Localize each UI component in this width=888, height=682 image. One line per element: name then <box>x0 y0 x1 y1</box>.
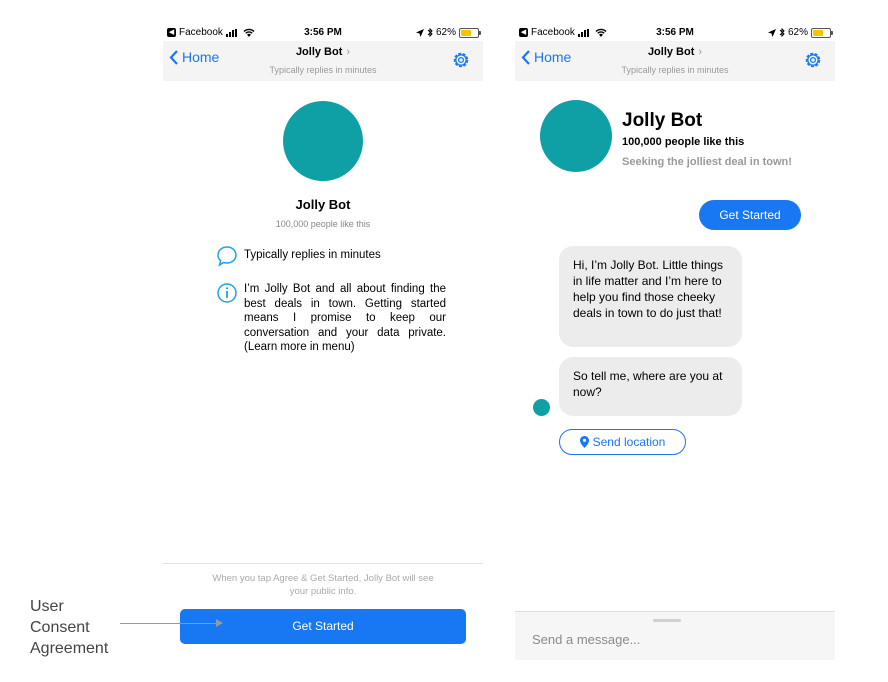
battery-icon <box>459 27 481 38</box>
nav-title[interactable]: Jolly Bot › <box>163 46 483 58</box>
message-input[interactable]: Send a message... <box>532 632 640 647</box>
status-bar: ◀ Facebook 3:56 PM 62% <box>515 26 835 41</box>
annotation-label: User Consent Agreement <box>30 598 109 657</box>
reply-time-text: Typically replies in minutes <box>244 249 381 261</box>
bot-name: Jolly Bot <box>622 110 703 131</box>
nav-subtitle: Typically replies in minutes <box>269 65 377 75</box>
likes-count: 100,000 people like this <box>275 219 371 229</box>
about-text: I’m Jolly Bot and all about finding the … <box>244 283 446 353</box>
nav-title[interactable]: Jolly Bot › <box>515 46 835 58</box>
annotation-arrow-line <box>120 623 218 624</box>
bot-avatar <box>540 100 612 172</box>
message-composer: Send a message... <box>515 611 835 660</box>
bot-avatar-small <box>533 399 550 416</box>
consent-text: When you tap Agree & Get Started, Jolly … <box>212 573 434 597</box>
annotation-arrowhead-icon <box>216 619 223 627</box>
speech-bubble-icon <box>217 246 237 267</box>
composer-grabber[interactable] <box>653 619 681 622</box>
bot-tagline: Seeking the jolliest deal in town! <box>622 156 792 168</box>
left-phone-screen: ◀ Facebook 3:56 PM 62% Home Jolly Bot › T… <box>163 26 483 660</box>
divider <box>163 563 483 564</box>
user-message-bubble: Get Started <box>699 200 801 230</box>
about-row: I’m Jolly Bot and all about finding the … <box>216 282 446 355</box>
bluetooth-icon <box>427 28 433 37</box>
location-pin-icon <box>579 436 589 448</box>
location-arrow-icon <box>767 28 776 37</box>
nav-subtitle: Typically replies in minutes <box>621 65 729 75</box>
location-arrow-icon <box>415 28 424 37</box>
gear-icon[interactable] <box>803 50 823 70</box>
chevron-right-icon: › <box>698 46 703 58</box>
bot-avatar <box>283 101 363 181</box>
status-bar: ◀ Facebook 3:56 PM 62% <box>163 26 483 41</box>
battery-icon <box>811 27 833 38</box>
gear-icon[interactable] <box>451 50 471 70</box>
chevron-right-icon: › <box>346 46 351 58</box>
nav-bar: Home Jolly Bot › Typically replies in min… <box>163 41 483 81</box>
bot-message-bubble: Hi, I’m Jolly Bot. Little things in life… <box>559 246 742 347</box>
bot-name: Jolly Bot <box>295 197 351 212</box>
send-location-label: Send location <box>592 435 666 449</box>
battery-percent: 62% <box>435 27 456 38</box>
info-icon <box>217 283 237 303</box>
bluetooth-icon <box>779 28 785 37</box>
battery-percent: 62% <box>787 27 808 38</box>
nav-bar: Home Jolly Bot › Typically replies in min… <box>515 41 835 81</box>
bot-message-bubble: So tell me, where are you at now? <box>559 357 742 416</box>
right-phone-screen: ◀ Facebook 3:56 PM 62% Home Jolly Bot › T… <box>515 26 835 660</box>
reply-time-row: Typically replies in minutes <box>216 245 446 267</box>
send-location-button[interactable]: Send location <box>559 429 686 455</box>
likes-count: 100,000 people like this <box>622 136 745 148</box>
